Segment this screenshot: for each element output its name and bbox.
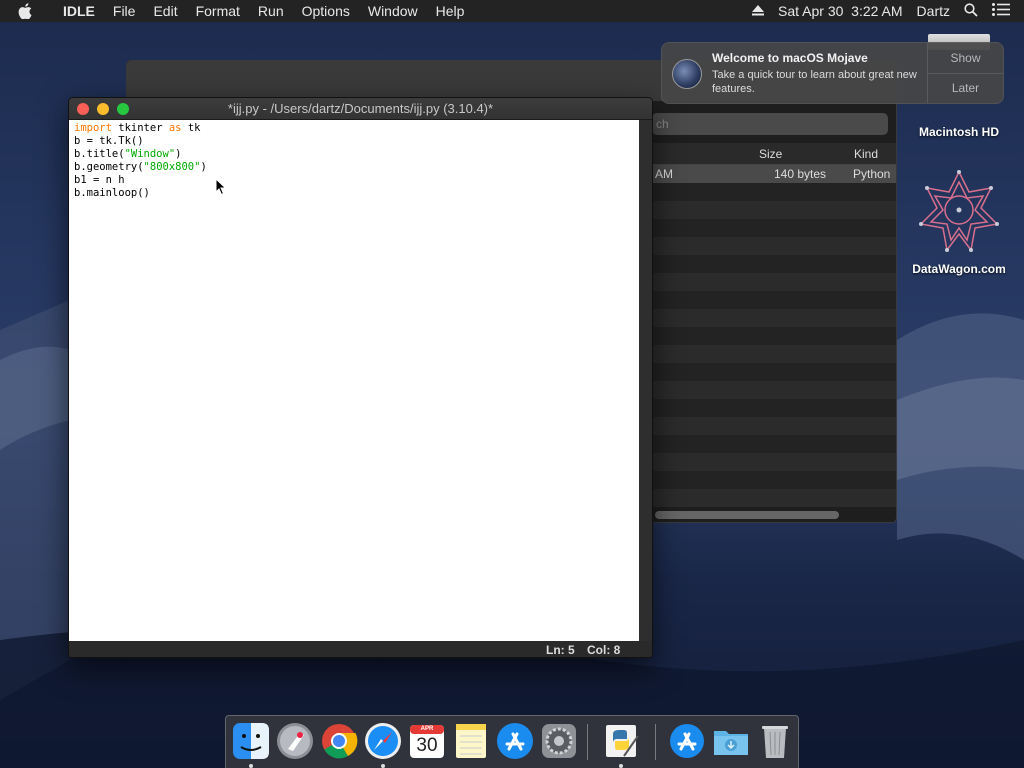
column-header-size[interactable]: Size [759, 147, 782, 161]
string-literal: "800x800" [143, 161, 201, 173]
notification-actions: Show Later [927, 43, 1003, 103]
mouse-pointer-icon [215, 178, 227, 196]
file-date: AM [655, 167, 673, 181]
horizontal-scrollbar[interactable] [655, 511, 839, 519]
notification-banner[interactable]: Welcome to macOS Mojave Take a quick tou… [661, 42, 1004, 104]
finder-icon[interactable] [232, 722, 270, 760]
column-header-kind[interactable]: Kind [854, 147, 878, 161]
status-line: Ln: 5 [546, 643, 575, 657]
system-preferences-icon[interactable] [540, 722, 578, 760]
keyword-as: as [168, 122, 182, 134]
keyword-import: import [74, 122, 112, 134]
vertical-scrollbar[interactable] [639, 120, 652, 641]
downloads-folder-icon[interactable] [712, 722, 750, 760]
code-line-6: b.mainloop() [74, 187, 150, 199]
code-line-1: import tkinter as tk [74, 122, 634, 135]
menubar-user[interactable]: Dartz [917, 3, 950, 19]
menu-run[interactable]: Run [249, 0, 293, 22]
notification-body: Take a quick tour to learn about great n… [712, 69, 917, 95]
code-line-3: b.title("Window") [74, 148, 634, 161]
calendar-day: 30 [416, 735, 438, 756]
string-literal: "Window" [124, 148, 176, 160]
menu-edit[interactable]: Edit [144, 0, 186, 22]
notification-content: Welcome to macOS Mojave Take a quick tou… [712, 43, 927, 103]
notes-icon[interactable] [452, 722, 490, 760]
datawagon-logo-icon [919, 170, 999, 252]
running-indicator [381, 764, 385, 768]
show-button[interactable]: Show [928, 43, 1003, 73]
status-bar: Ln: 5 Col: 8 [69, 641, 652, 657]
mojave-icon [672, 59, 702, 89]
code-text: tk [181, 122, 201, 134]
chrome-icon[interactable] [320, 722, 358, 760]
menu-window[interactable]: Window [359, 0, 427, 22]
code-editor[interactable]: import tkinter as tk b = tk.Tk() b.title… [69, 120, 639, 641]
notification-center-icon[interactable] [992, 3, 1010, 19]
menu-app-name[interactable]: IDLE [54, 0, 104, 22]
window-titlebar[interactable]: *ijj.py - /Users/dartz/Documents/ijj.py … [69, 98, 652, 120]
menu-help[interactable]: Help [427, 0, 474, 22]
later-button[interactable]: Later [928, 72, 1003, 104]
dock: APR 30 [225, 715, 799, 768]
desktop-icon-datawagon[interactable]: DataWagon.com [900, 168, 1018, 276]
applications-folder-icon[interactable] [668, 722, 706, 760]
dock-separator [587, 724, 588, 760]
dock-separator [655, 724, 656, 760]
code-line-5: b1 = n h [74, 174, 125, 186]
menu-options[interactable]: Options [293, 0, 359, 22]
desktop-icon-label: Macintosh HD [918, 125, 999, 139]
menu-format[interactable]: Format [187, 0, 249, 22]
finder-search-input[interactable]: ch [652, 113, 888, 135]
running-indicator [619, 764, 623, 768]
calendar-icon[interactable]: APR 30 [408, 722, 446, 760]
code-text: tkinter [111, 122, 169, 134]
code-line-4: b.geometry("800x800") [74, 161, 634, 174]
trash-icon[interactable] [756, 722, 794, 760]
menu-bar: IDLE File Edit Format Run Options Window… [0, 0, 1024, 22]
running-indicator [249, 764, 253, 768]
launchpad-icon[interactable] [276, 722, 314, 760]
window-title: *ijj.py - /Users/dartz/Documents/ijj.py … [227, 101, 494, 116]
python-idle-icon[interactable] [602, 722, 640, 760]
idle-editor-window[interactable]: *ijj.py - /Users/dartz/Documents/ijj.py … [68, 97, 653, 658]
code-text: ) [200, 161, 207, 173]
code-text: ) [175, 148, 182, 160]
eject-icon[interactable] [752, 3, 765, 19]
code-text: b.geometry( [74, 161, 144, 173]
file-size: 140 bytes [774, 167, 827, 181]
notification-title: Welcome to macOS Mojave [712, 51, 868, 65]
status-column: Col: 8 [587, 643, 621, 657]
code-line-2: b = tk.Tk() [74, 135, 144, 147]
menubar-clock[interactable]: Sat Apr 30 3:22 AM [778, 3, 903, 19]
spotlight-search-icon[interactable] [964, 2, 978, 20]
safari-icon[interactable] [364, 722, 402, 760]
desktop-icon-label: DataWagon.com [912, 262, 1006, 276]
calendar-month: APR [420, 726, 434, 732]
menu-file[interactable]: File [104, 0, 145, 22]
app-store-icon[interactable] [496, 722, 534, 760]
code-text: b.title( [74, 148, 125, 160]
apple-menu-icon[interactable] [18, 3, 40, 19]
